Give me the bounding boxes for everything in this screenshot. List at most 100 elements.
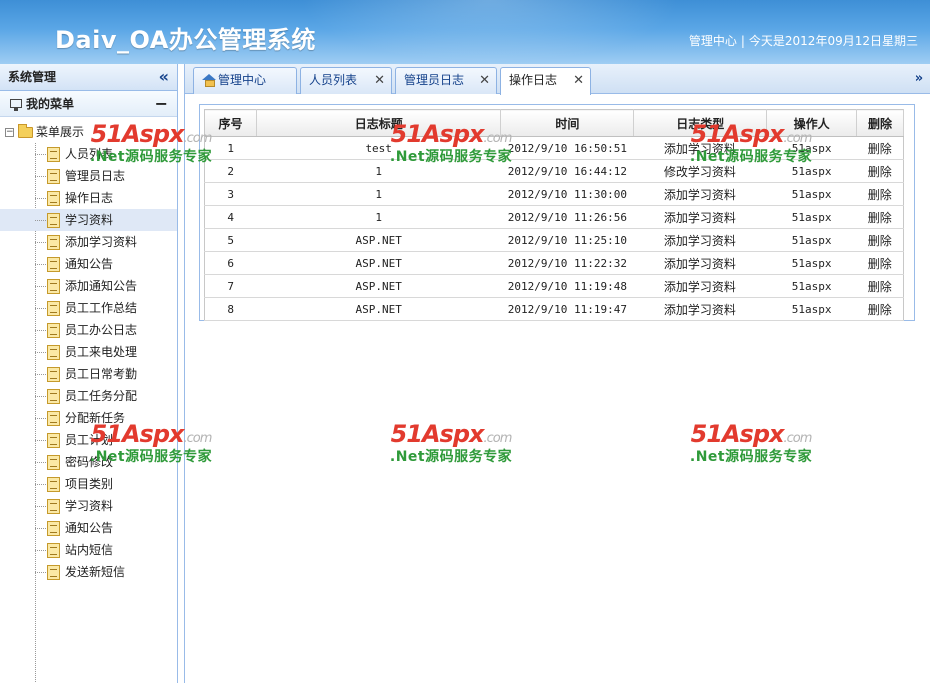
- sidebar-item[interactable]: 添加学习资料: [0, 231, 177, 253]
- sidebar-item-label: 员工工作总结: [65, 301, 138, 315]
- row-index: 8: [204, 297, 257, 321]
- sidebar-item[interactable]: 通知公告: [0, 253, 177, 275]
- column-header: 操作人: [766, 109, 858, 137]
- log-title: ASP.NET: [256, 251, 501, 275]
- log-time: 2012/9/10 11:26:56: [500, 205, 634, 229]
- row-index: 4: [204, 205, 257, 229]
- tree-connector: [35, 308, 46, 309]
- folder-open-icon: [18, 124, 33, 138]
- delete-link[interactable]: 删除: [856, 136, 904, 160]
- collapse-sidebar-icon[interactable]: «: [159, 64, 169, 90]
- admin-center-link[interactable]: 管理中心: [689, 34, 737, 48]
- close-icon[interactable]: ✕: [374, 68, 385, 93]
- column-header: 日志标题: [256, 109, 502, 137]
- delete-link[interactable]: 删除: [856, 182, 904, 206]
- sidebar-item[interactable]: 发送新短信: [0, 561, 177, 583]
- sidebar-item[interactable]: 添加通知公告: [0, 275, 177, 297]
- tree-collapse-icon[interactable]: −: [5, 128, 14, 137]
- sidebar-item-label: 项目类别: [65, 477, 114, 491]
- column-header: 时间: [500, 109, 635, 137]
- sidebar-item[interactable]: 站内短信: [0, 539, 177, 561]
- sidebar-item[interactable]: 员工来电处理: [0, 341, 177, 363]
- table-row: 5 ASP.NET 2012/9/10 11:25:10 添加学习资料 51aspx 删除: [204, 228, 904, 252]
- sidebar-item[interactable]: 员工任务分配: [0, 385, 177, 407]
- row-index: 1: [204, 136, 257, 160]
- tree-connector: [35, 572, 46, 573]
- sidebar-item[interactable]: 操作日志: [0, 187, 177, 209]
- delete-link[interactable]: 删除: [856, 251, 904, 275]
- sidebar-item-label: 员工日常考勤: [65, 367, 138, 381]
- sidebar-item[interactable]: 管理员日志: [0, 165, 177, 187]
- operator: 51aspx: [766, 274, 857, 298]
- row-index: 5: [204, 228, 257, 252]
- sidebar-item[interactable]: 学习资料: [0, 209, 177, 231]
- log-title: 1: [256, 182, 501, 206]
- tree-connector: [35, 176, 46, 177]
- tree-connector: [35, 484, 46, 485]
- table-row: 8 ASP.NET 2012/9/10 11:19:47 添加学习资料 51aspx 删除: [204, 297, 904, 321]
- tree-connector: [35, 374, 46, 375]
- tab-list-chevron-icon[interactable]: »: [910, 67, 928, 91]
- log-time: 2012/9/10 11:19:48: [500, 274, 634, 298]
- tab-admin-center[interactable]: 管理中心: [193, 67, 297, 94]
- sidebar-item-label: 学习资料: [65, 499, 114, 513]
- sidebar-item[interactable]: 员工计划: [0, 429, 177, 451]
- document-icon: [47, 499, 60, 514]
- tab-user-list[interactable]: 人员列表 ✕: [300, 67, 392, 94]
- tree-connector: [35, 418, 46, 419]
- sidebar-item[interactable]: 密码修改: [0, 451, 177, 473]
- tree-connector: [35, 286, 46, 287]
- document-icon: [47, 389, 60, 404]
- tab-operation-log[interactable]: 操作日志 ✕: [500, 67, 591, 95]
- log-type: 添加学习资料: [633, 182, 767, 206]
- document-icon: [47, 213, 60, 228]
- close-icon[interactable]: ✕: [479, 68, 490, 93]
- sidebar-item[interactable]: 学习资料: [0, 495, 177, 517]
- document-icon: [47, 565, 60, 580]
- close-icon[interactable]: ✕: [573, 68, 584, 93]
- sidebar-item[interactable]: 通知公告: [0, 517, 177, 539]
- log-type: 添加学习资料: [633, 228, 767, 252]
- tree-connector: [35, 264, 46, 265]
- table-row: 3 1 2012/9/10 11:30:00 添加学习资料 51aspx 删除: [204, 182, 904, 206]
- my-menu-header[interactable]: 我的菜单 −: [0, 91, 177, 117]
- tree-connector: [35, 198, 46, 199]
- sidebar-item[interactable]: 项目类别: [0, 473, 177, 495]
- sidebar-title-label: 系统管理: [8, 70, 57, 84]
- tab-admin-log[interactable]: 管理员日志 ✕: [395, 67, 497, 94]
- tree-connector: [35, 220, 46, 221]
- delete-link[interactable]: 删除: [856, 159, 904, 183]
- row-index: 6: [204, 251, 257, 275]
- document-icon: [47, 411, 60, 426]
- log-title: 1: [256, 159, 501, 183]
- sidebar-item[interactable]: 人员列表: [0, 143, 177, 165]
- tree-root[interactable]: − 菜单展示: [0, 121, 177, 143]
- delete-link[interactable]: 删除: [856, 274, 904, 298]
- tab-label: 操作日志: [509, 73, 558, 87]
- log-time: 2012/9/10 11:19:47: [500, 297, 634, 321]
- sidebar-item[interactable]: 员工工作总结: [0, 297, 177, 319]
- document-icon: [47, 477, 60, 492]
- sidebar-item[interactable]: 员工日常考勤: [0, 363, 177, 385]
- sidebar-item[interactable]: 分配新任务: [0, 407, 177, 429]
- minus-icon[interactable]: −: [155, 91, 168, 117]
- log-type: 添加学习资料: [633, 274, 767, 298]
- document-icon: [47, 345, 60, 360]
- sidebar-item-label: 通知公告: [65, 521, 114, 535]
- sidebar-item-label: 添加通知公告: [65, 279, 138, 293]
- header-glow: [300, 0, 680, 64]
- column-header: 删除: [856, 109, 904, 137]
- sidebar-item[interactable]: 员工办公日志: [0, 319, 177, 341]
- column-header: 序号: [204, 109, 257, 137]
- operator: 51aspx: [766, 228, 857, 252]
- delete-link[interactable]: 删除: [856, 205, 904, 229]
- document-icon: [47, 301, 60, 316]
- delete-link[interactable]: 删除: [856, 228, 904, 252]
- sidebar-item-label: 发送新短信: [65, 565, 126, 579]
- delete-link[interactable]: 删除: [856, 297, 904, 321]
- row-index: 7: [204, 274, 257, 298]
- tree-connector: [35, 330, 46, 331]
- sidebar-item-label: 人员列表: [65, 147, 114, 161]
- log-time: 2012/9/10 11:22:32: [500, 251, 634, 275]
- table-body: 1 test 2012/9/10 16:50:51 添加学习资料 51aspx 删除 2 1 2…: [204, 136, 904, 321]
